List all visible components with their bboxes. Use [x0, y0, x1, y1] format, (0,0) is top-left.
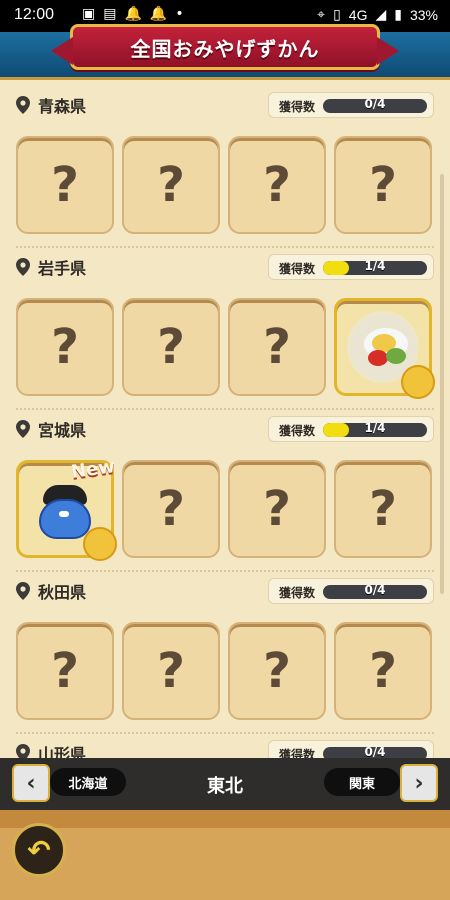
slime-eye-shape — [59, 511, 69, 517]
count-text: 0/4 — [364, 585, 386, 597]
unknown-icon: ? — [263, 157, 291, 213]
current-region-title: 東北 — [207, 776, 243, 797]
location-pin-icon — [16, 420, 30, 438]
count-progress: 0/4 — [323, 585, 427, 599]
count-label: 獲得数 — [279, 586, 316, 600]
count-text: 1/4 — [364, 261, 386, 273]
collection-count: 獲得数 1/4 — [268, 254, 434, 280]
souvenir-card-unlocked[interactable]: New — [16, 456, 117, 561]
document-icon: ▤ — [103, 6, 117, 22]
unknown-icon: ? — [51, 157, 79, 213]
battery-label: 33% — [409, 6, 438, 23]
new-badge: New — [69, 456, 117, 483]
divider — [16, 246, 434, 248]
prefecture-name: 秋田県 — [38, 583, 87, 602]
award-ribbon-icon — [401, 365, 435, 399]
main-list[interactable]: 青森県 獲得数 0/4 ? ? ? ? 岩手県 獲得数 1/4 ? ? ? 宮城… — [0, 82, 450, 762]
souvenir-card[interactable]: ? — [228, 622, 326, 720]
status-time: 12:00 — [14, 6, 55, 23]
footer — [0, 810, 450, 900]
souvenir-card[interactable]: ? — [228, 460, 326, 558]
unknown-icon: ? — [369, 481, 397, 537]
unknown-icon: ? — [369, 157, 397, 213]
collection-count: 獲得数 0/4 — [268, 578, 434, 604]
souvenir-card[interactable]: ? — [122, 460, 220, 558]
unknown-icon: ? — [263, 643, 291, 699]
souvenir-card[interactable]: ? — [228, 298, 326, 396]
location-pin-icon — [16, 258, 30, 276]
souvenir-card[interactable]: ? — [122, 298, 220, 396]
count-progress: 1/4 — [323, 423, 427, 437]
divider — [16, 570, 434, 572]
souvenir-card[interactable]: ? — [334, 136, 432, 234]
souvenir-cards: ? ? ? ? — [16, 622, 436, 720]
bell-icon: 🔔 — [149, 6, 168, 22]
souvenir-card-unlocked[interactable] — [334, 298, 435, 399]
unknown-icon: ? — [51, 643, 79, 699]
next-region-label[interactable]: 関東 — [324, 768, 400, 796]
count-label: 獲得数 — [279, 100, 316, 114]
collection-count: 獲得数 1/4 — [268, 416, 434, 442]
divider — [16, 732, 434, 734]
unknown-icon: ? — [157, 319, 185, 375]
prefecture-name: 宮城県 — [38, 421, 87, 440]
signal-icon: ◢ — [375, 6, 387, 22]
bell-icon: 🔔 — [124, 6, 142, 22]
status-icons-right: ⌖ ▯ 4G ◢ ▮ 33% — [317, 6, 438, 23]
souvenir-card[interactable]: ? — [16, 622, 114, 720]
network-label: 4G — [348, 6, 368, 23]
battery-icon: ▮ — [394, 6, 402, 22]
souvenir-cards: ? ? ? — [16, 298, 436, 399]
page-title: 全国おみやげずかん — [130, 36, 320, 61]
food-shape — [386, 348, 406, 364]
unknown-icon: ? — [263, 319, 291, 375]
footer-decoration — [0, 810, 450, 828]
scrollbar[interactable] — [440, 174, 444, 594]
divider — [16, 408, 434, 410]
next-region-button[interactable]: › — [400, 764, 438, 802]
title-banner: 全国おみやげずかん — [51, 24, 399, 70]
image-icon: ▣ — [82, 6, 96, 22]
location-pin-icon — [16, 96, 30, 114]
souvenir-cards: ? ? ? ? — [16, 136, 436, 234]
collection-count: 獲得数 0/4 — [268, 92, 434, 118]
count-text: 1/4 — [364, 423, 386, 435]
count-label: 獲得数 — [279, 262, 316, 276]
prefecture-name: 岩手県 — [38, 259, 87, 278]
prefecture-name: 青森県 — [38, 97, 87, 116]
souvenir-cards: New ? ? ? — [16, 456, 436, 561]
unknown-icon: ? — [157, 643, 185, 699]
count-text: 0/4 — [364, 99, 386, 111]
back-icon: ↶ — [27, 833, 51, 867]
food-shape — [368, 350, 388, 366]
vibrate-icon: ▯ — [333, 6, 341, 22]
dot-icon: • — [175, 6, 184, 22]
souvenir-card[interactable]: ? — [228, 136, 326, 234]
unknown-icon: ? — [51, 319, 79, 375]
unknown-icon: ? — [157, 481, 185, 537]
count-label: 獲得数 — [279, 424, 316, 438]
souvenir-card[interactable]: ? — [334, 460, 432, 558]
region-navigation: ‹ 北海道 東北 関東 › — [0, 758, 450, 810]
count-progress: 0/4 — [323, 99, 427, 113]
count-progress: 1/4 — [323, 261, 427, 275]
unknown-icon: ? — [157, 157, 185, 213]
souvenir-card[interactable]: ? — [122, 136, 220, 234]
souvenir-card[interactable]: ? — [16, 136, 114, 234]
slime-body-shape — [39, 499, 91, 539]
unknown-icon: ? — [369, 643, 397, 699]
unknown-icon: ? — [263, 481, 291, 537]
souvenir-card[interactable]: ? — [122, 622, 220, 720]
prev-region-label[interactable]: 北海道 — [50, 768, 126, 796]
location-pin-icon — [16, 582, 30, 600]
souvenir-card[interactable]: ? — [334, 622, 432, 720]
location-icon: ⌖ — [317, 6, 326, 22]
souvenir-card[interactable]: ? — [16, 298, 114, 396]
status-icons-left: ▣ ▤ 🔔 🔔 • — [82, 6, 184, 22]
award-ribbon-icon — [83, 527, 117, 561]
prev-region-button[interactable]: ‹ — [12, 764, 50, 802]
back-button[interactable]: ↶ — [12, 823, 66, 877]
